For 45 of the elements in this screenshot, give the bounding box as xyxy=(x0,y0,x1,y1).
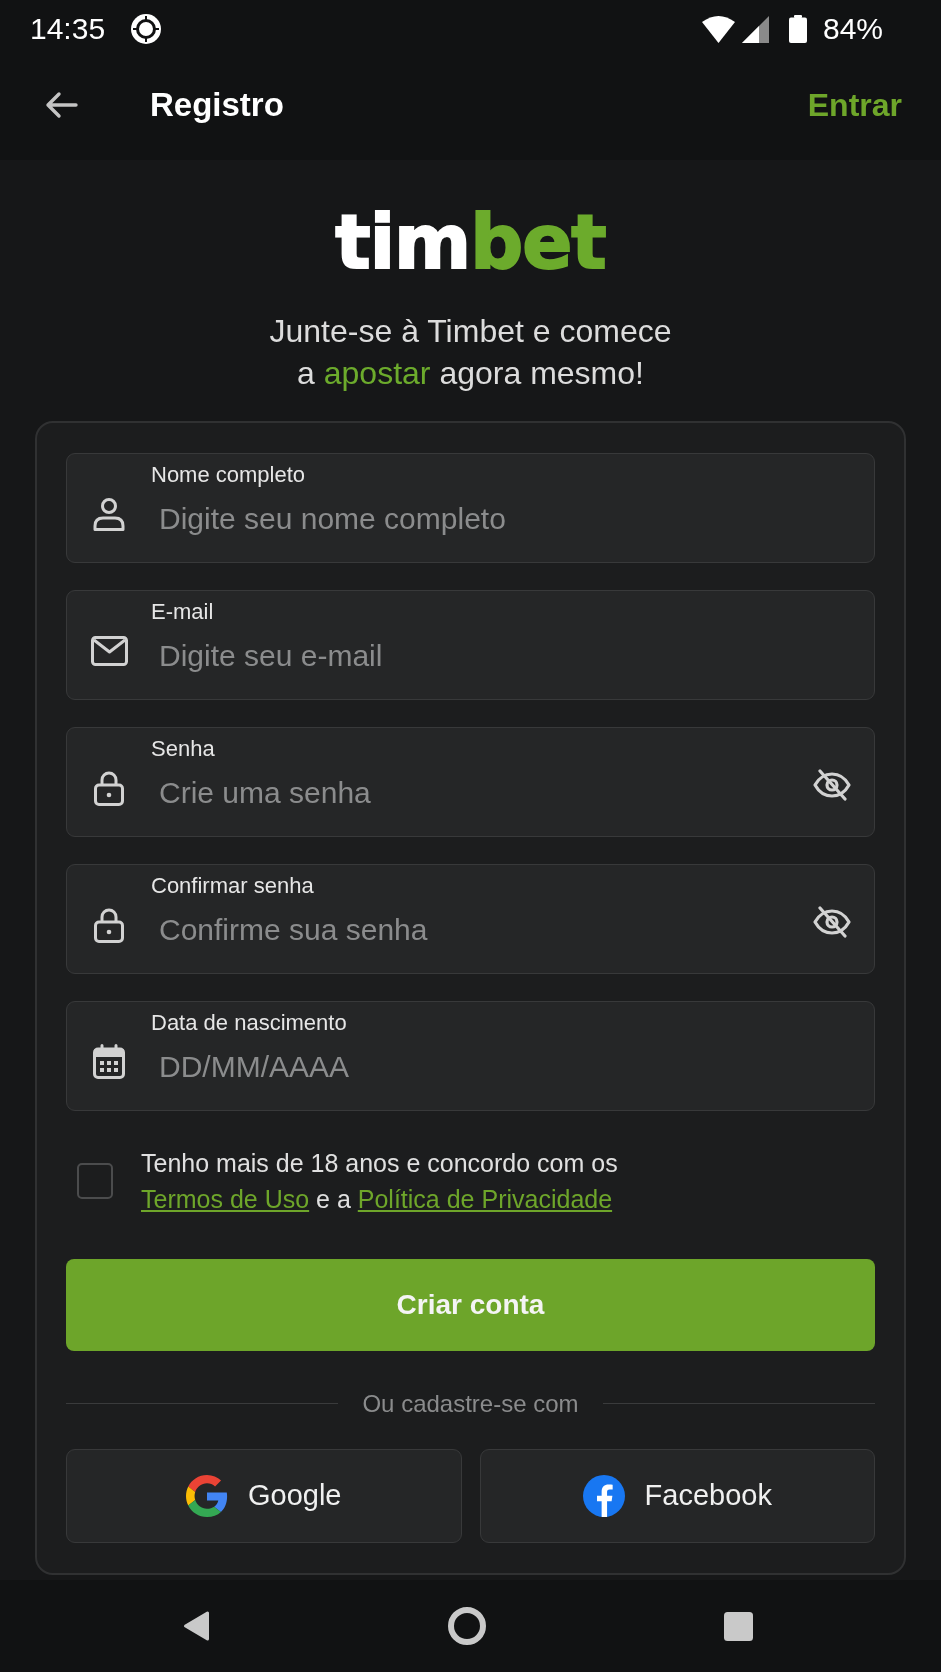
signal-icon xyxy=(741,15,769,43)
status-time: 14:35 xyxy=(30,12,106,46)
terms-link[interactable]: Termos de Uso xyxy=(141,1184,310,1213)
nav-recents-icon[interactable] xyxy=(724,1611,753,1641)
tagline: Junte-se à Timbet e comece a apostar agora mesmo! xyxy=(268,311,673,393)
divider-label: Ou cadastre-se com xyxy=(362,1389,579,1418)
text-input[interactable]: DD/MM/AAAA xyxy=(151,1047,874,1086)
text-field[interactable]: E-mail Digite seu e-mail xyxy=(66,589,875,700)
privacy-link[interactable]: Política de Privacidade xyxy=(357,1184,613,1213)
text-field[interactable]: Senha Crie uma senha xyxy=(66,726,875,837)
consent-text: Tenho mais de 18 anos e concordo com os Termos de Uso e a Política de Privacidade xyxy=(141,1147,619,1215)
logo: timbet xyxy=(335,209,606,276)
field-label: Nome completo xyxy=(151,461,306,488)
back-arrow-icon[interactable] xyxy=(44,91,78,119)
field-label: Data de nascimento xyxy=(151,1009,347,1036)
text-input[interactable]: Digite seu nome completo xyxy=(151,499,874,538)
text-input[interactable]: Crie uma senha xyxy=(151,773,790,812)
text-field[interactable]: Data de nascimento DD/MM/AAAA xyxy=(66,1000,875,1111)
facebook-logo-icon xyxy=(582,1474,625,1517)
calendar-icon xyxy=(93,1044,125,1080)
text-input[interactable]: Digite seu e-mail xyxy=(151,636,874,675)
google-logo-icon xyxy=(186,1474,228,1517)
field-label: Senha xyxy=(151,735,215,762)
social-login-button[interactable]: Google xyxy=(66,1448,462,1543)
field-label: E-mail xyxy=(151,598,214,625)
person-icon xyxy=(92,495,126,532)
eye-slash-icon[interactable] xyxy=(813,905,851,938)
page-title: Registro xyxy=(150,86,284,124)
eye-slash-icon[interactable] xyxy=(813,768,851,801)
battery-percentage: 84% xyxy=(822,12,883,46)
envelope-icon xyxy=(90,635,128,666)
text-field[interactable]: Confirmar senha Confirme sua senha xyxy=(66,863,875,974)
nav-home-icon[interactable] xyxy=(448,1607,486,1645)
text-input[interactable]: Confirme sua senha xyxy=(151,910,790,949)
lock-icon xyxy=(94,906,124,943)
login-link[interactable]: Entrar xyxy=(807,86,902,124)
text-field[interactable]: Nome completo Digite seu nome completo xyxy=(66,452,875,563)
social-login-button[interactable]: Facebook xyxy=(479,1448,875,1543)
crosshair-icon xyxy=(131,14,162,44)
wifi-icon xyxy=(701,15,735,43)
battery-icon xyxy=(788,15,807,43)
lock-icon xyxy=(94,769,124,806)
field-label: Confirmar senha xyxy=(151,872,314,899)
nav-back-icon[interactable] xyxy=(183,1610,210,1642)
checkbox[interactable] xyxy=(77,1162,113,1199)
